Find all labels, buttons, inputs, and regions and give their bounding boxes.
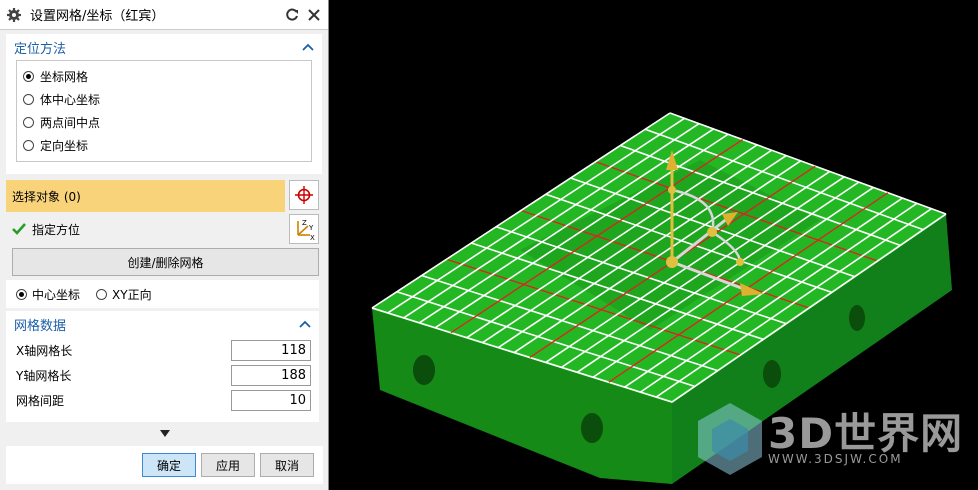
- x-grid-length-input[interactable]: 118: [231, 339, 311, 361]
- csys-axis-icon: Z Y X: [297, 219, 315, 241]
- radio-button[interactable]: [23, 140, 34, 151]
- svg-text:Y: Y: [308, 224, 314, 232]
- close-icon[interactable]: [306, 7, 322, 23]
- cancel-button[interactable]: 取消: [260, 453, 314, 477]
- grid-mode-row: 中心坐标 XY正向: [6, 280, 319, 308]
- reset-icon[interactable]: [284, 7, 300, 23]
- positioning-method-title: 定位方法: [14, 41, 67, 57]
- x-grid-length-row: X轴网格长 118: [6, 338, 319, 362]
- dialog-titlebar: 设置网格/坐标（红宾）: [0, 0, 328, 30]
- select-object-label: 选择对象 (0): [12, 189, 81, 204]
- svg-text:X: X: [310, 234, 315, 241]
- y-grid-length-input[interactable]: 188: [231, 364, 311, 386]
- radio-button[interactable]: [23, 94, 34, 105]
- radio-button[interactable]: [23, 71, 34, 82]
- select-object-bar[interactable]: 选择对象 (0): [6, 180, 285, 212]
- radio-label: 定向坐标: [40, 139, 89, 153]
- ok-button[interactable]: 确定: [142, 453, 196, 477]
- select-object-row: 选择对象 (0): [6, 180, 319, 212]
- grid-data-header[interactable]: 网格数据: [6, 311, 319, 337]
- radio-option-body-center[interactable]: 体中心坐标: [17, 88, 311, 111]
- svg-text:Z: Z: [302, 219, 307, 227]
- select-object-button[interactable]: [289, 180, 319, 210]
- positioning-method-options: 坐标网格 体中心坐标 两点间中点 定向坐标: [16, 60, 312, 162]
- dialog-footer: 确定 应用 取消: [6, 446, 323, 484]
- radio-label: 两点间中点: [40, 116, 101, 130]
- grid-data-section: 网格数据 X轴网格长 118 Y轴网格长 188 网格间距 10: [6, 311, 319, 422]
- create-delete-grid-button[interactable]: 创建/删除网格: [12, 248, 319, 276]
- positioning-method-header[interactable]: 定位方法: [6, 34, 322, 60]
- field-label: 网格间距: [16, 393, 65, 408]
- specify-orientation-label: 指定方位: [32, 222, 81, 237]
- gear-icon[interactable]: [6, 7, 22, 23]
- ok-label: 确定: [156, 458, 181, 473]
- radio-label: 坐标网格: [40, 70, 89, 84]
- grid-csys-dialog: 设置网格/坐标（红宾） 定位方法 坐标网格 体中心坐标 两点间中点 定向坐标 选…: [0, 0, 329, 490]
- grid-spacing-input[interactable]: 10: [231, 389, 311, 411]
- dialog-title: 设置网格/坐标（红宾）: [30, 9, 165, 24]
- y-grid-length-row: Y轴网格长 188: [6, 363, 319, 387]
- positioning-method-section: 定位方法 坐标网格 体中心坐标 两点间中点 定向坐标: [6, 34, 322, 174]
- field-label: X轴网格长: [16, 343, 73, 358]
- apply-label: 应用: [215, 458, 240, 473]
- cancel-label: 取消: [274, 458, 299, 473]
- apply-button[interactable]: 应用: [201, 453, 255, 477]
- chevron-up-icon[interactable]: [302, 42, 314, 52]
- expand-down-icon[interactable]: [160, 430, 170, 438]
- csys-dialog-button[interactable]: Z Y X: [289, 214, 319, 244]
- radio-option-oriented-csys[interactable]: 定向坐标: [17, 134, 311, 157]
- checkmark-icon: [12, 223, 26, 235]
- create-delete-grid-label: 创建/删除网格: [127, 255, 204, 270]
- specify-orientation-row: 指定方位 Z Y X: [6, 214, 319, 244]
- crosshair-icon: [295, 186, 313, 204]
- radio-xy-positive[interactable]: [96, 288, 108, 300]
- radio-label: XY正向: [112, 287, 152, 302]
- radio-option-two-point-midpoint[interactable]: 两点间中点: [17, 111, 311, 134]
- radio-center-coordinate[interactable]: [16, 288, 27, 300]
- chevron-up-icon[interactable]: [299, 319, 311, 329]
- radio-label: 中心坐标: [32, 287, 81, 302]
- field-label: Y轴网格长: [16, 368, 72, 383]
- grid-spacing-row: 网格间距 10: [6, 388, 319, 412]
- radio-label: 体中心坐标: [40, 93, 101, 107]
- radio-button[interactable]: [23, 117, 34, 128]
- watermark-url: WWW.3DSJW.COM: [768, 452, 903, 466]
- radio-option-coordinate-grid[interactable]: 坐标网格: [17, 65, 311, 88]
- grid-data-title: 网格数据: [14, 318, 67, 334]
